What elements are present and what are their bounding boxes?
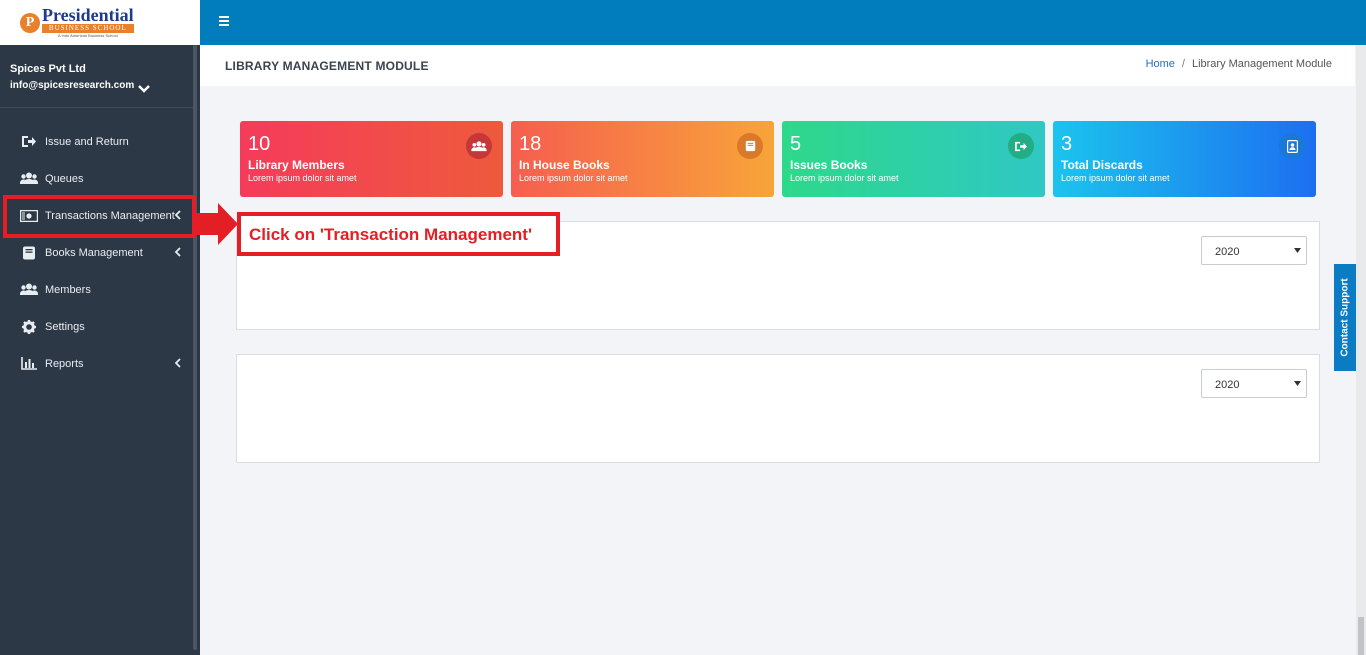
annotation-callout: Click on 'Transaction Management' [237, 212, 560, 256]
annotation-arrow [196, 203, 238, 245]
sidebar-nav: Issue and Return Queues Transactions Man… [0, 123, 200, 382]
card-value: 10 [248, 133, 271, 155]
contact-support-label: Contact Support [1339, 278, 1351, 357]
logo[interactable]: P Presidential BUSINESS SCHOOL A Indo Am… [0, 0, 200, 45]
logo-text: Presidential BUSINESS SCHOOL A Indo Amer… [42, 5, 134, 38]
top-navbar [200, 0, 1366, 45]
caret-down-icon [1294, 381, 1301, 386]
year-select-value: 2020 [1215, 246, 1240, 258]
sidebar-scrollbar[interactable] [193, 45, 197, 650]
breadcrumb: Home / Library Management Module [1146, 58, 1332, 70]
sidebar-item-settings[interactable]: Settings [0, 308, 200, 345]
user-profile[interactable]: Spices Pvt Ltd info@spicesresearch.com [0, 45, 194, 108]
caret-down-icon [1294, 248, 1301, 253]
card-subtitle: Lorem ipsum dolor sit amet [790, 173, 899, 183]
card-subtitle: Lorem ipsum dolor sit amet [248, 173, 357, 183]
sidebar-item-label: Members [45, 283, 91, 296]
annotation-highlight-box [3, 195, 196, 238]
page-scrollbar-thumb[interactable] [1358, 617, 1364, 655]
chevron-down-icon[interactable] [138, 83, 150, 95]
annotation-text: Click on 'Transaction Management' [249, 225, 532, 244]
gear-icon [20, 319, 38, 334]
sidebar-item-issue-and-return[interactable]: Issue and Return [0, 123, 200, 160]
hamburger-menu-icon[interactable] [218, 14, 232, 28]
card-value: 5 [790, 133, 802, 155]
sidebar-item-reports[interactable]: Reports [0, 345, 200, 382]
card-value: 18 [519, 133, 542, 155]
year-select[interactable]: 2020 [1201, 369, 1307, 398]
sidebar-item-label: Issue and Return [45, 135, 129, 148]
breadcrumb-home-link[interactable]: Home [1146, 58, 1175, 70]
logo-subtitle: BUSINESS SCHOOL [42, 24, 134, 33]
sign-out-icon [20, 135, 38, 149]
user-name: Spices Pvt Ltd [10, 63, 86, 75]
sidebar-item-label: Queues [45, 172, 84, 185]
card-title: Library Members [248, 158, 345, 172]
page-title: LIBRARY MANAGEMENT MODULE [225, 59, 429, 73]
card-subtitle: Lorem ipsum dolor sit amet [519, 173, 628, 183]
chevron-left-icon [174, 358, 181, 368]
breadcrumb-separator: / [1181, 58, 1185, 70]
contact-support-tab[interactable]: Contact Support [1334, 264, 1356, 371]
sign-out-icon [1008, 133, 1034, 159]
page-scrollbar[interactable] [1356, 45, 1366, 655]
card-title: Issues Books [790, 158, 868, 172]
stat-card-library-members[interactable]: 10 Library Members Lorem ipsum dolor sit… [240, 121, 503, 197]
card-subtitle: Lorem ipsum dolor sit amet [1061, 173, 1170, 183]
card-title: Total Discards [1061, 158, 1143, 172]
sidebar-item-label: Settings [45, 320, 85, 333]
breadcrumb-current: Library Management Module [1191, 58, 1332, 70]
book-icon [20, 246, 38, 260]
sidebar-item-queues[interactable]: Queues [0, 160, 200, 197]
logo-mark: P [20, 12, 40, 33]
address-book-icon [1279, 133, 1305, 159]
bar-chart-icon [20, 357, 38, 371]
users-icon [20, 283, 38, 297]
card-title: In House Books [519, 158, 610, 172]
sidebar-item-label: Books Management [45, 246, 143, 259]
sidebar-item-books-management[interactable]: Books Management [0, 234, 200, 271]
chart-panel-2: 2020 [236, 354, 1320, 463]
book-icon [737, 133, 763, 159]
users-icon [20, 172, 38, 186]
chevron-left-icon [174, 247, 181, 257]
year-select-value: 2020 [1215, 379, 1240, 391]
card-value: 3 [1061, 133, 1073, 155]
sidebar: P Presidential BUSINESS SCHOOL A Indo Am… [0, 0, 200, 655]
stat-card-total-discards[interactable]: 3 Total Discards Lorem ipsum dolor sit a… [1053, 121, 1316, 197]
logo-name: Presidential [42, 5, 134, 25]
sidebar-item-members[interactable]: Members [0, 271, 200, 308]
logo-tagline: A Indo American Business School [57, 33, 118, 38]
year-select[interactable]: 2020 [1201, 236, 1307, 265]
stat-card-issues-books[interactable]: 5 Issues Books Lorem ipsum dolor sit ame… [782, 121, 1045, 197]
user-email: info@spicesresearch.com [10, 80, 135, 91]
users-icon [466, 133, 492, 159]
page-header: LIBRARY MANAGEMENT MODULE Home / Library M… [200, 45, 1355, 86]
stat-card-in-house-books[interactable]: 18 In House Books Lorem ipsum dolor sit … [511, 121, 774, 197]
sidebar-item-label: Reports [45, 357, 84, 370]
